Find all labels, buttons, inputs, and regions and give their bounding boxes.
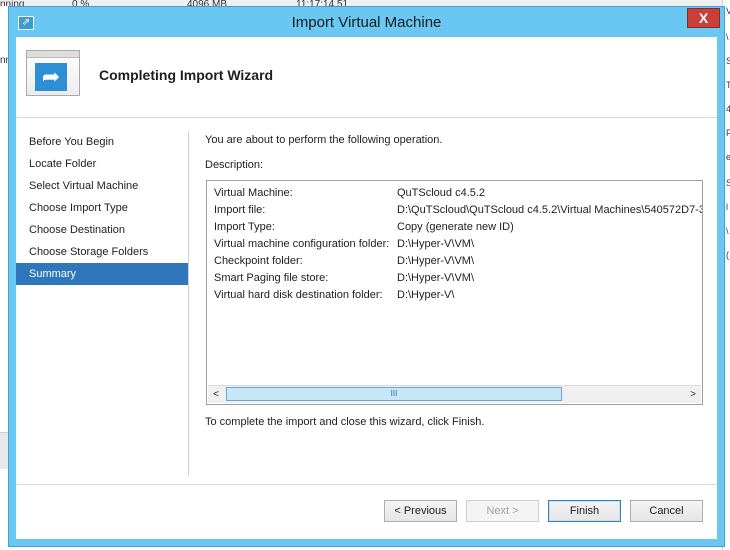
row-key: Checkpoint folder:	[214, 255, 303, 267]
bg-right-text: T	[726, 80, 730, 90]
nav-item-locate-folder[interactable]: Locate Folder	[16, 153, 188, 175]
row-key: Import file:	[214, 204, 266, 216]
row-key: Virtual machine configuration folder:	[214, 238, 390, 250]
description-label: Description:	[205, 159, 264, 171]
description-box[interactable]: Virtual Machine: QuTScloud c4.5.2 Import…	[206, 180, 703, 405]
import-wizard-icon: ➦	[26, 50, 80, 96]
row-key: Import Type:	[214, 221, 275, 233]
row-value: QuTScloud c4.5.2	[397, 187, 486, 199]
import-wizard-window: ⇗ Import Virtual Machine X ➦ Completing …	[8, 6, 725, 547]
intro-text: You are about to perform the following o…	[205, 134, 443, 146]
bg-right-text: F	[726, 128, 730, 138]
description-row: Smart Paging file store: D:\Hyper-V\VM\	[214, 270, 702, 287]
button-separator	[16, 484, 717, 485]
bg-right-text: S	[726, 178, 730, 188]
close-button[interactable]: X	[687, 8, 720, 28]
share-arrow-icon: ➦	[41, 64, 61, 89]
bg-right-text: S	[726, 56, 730, 66]
bg-right-text: \	[726, 32, 729, 42]
wizard-header: ➦ Completing Import Wizard	[16, 37, 717, 118]
row-value: D:\Hyper-V\VM\	[397, 255, 475, 267]
bg-right-text: l	[726, 202, 728, 212]
wizard-steps-nav: Before You Begin Locate Folder Select Vi…	[16, 131, 188, 285]
description-row: Checkpoint folder: D:\Hyper-V\VM\	[214, 253, 702, 270]
scroll-right-icon[interactable]: >	[685, 386, 701, 403]
row-value: D:\QuTScloud\QuTScloud c4.5.2\Virtual Ma…	[397, 204, 703, 216]
finish-button[interactable]: Finish	[548, 500, 621, 522]
bg-right-text: 4	[726, 104, 730, 114]
row-key: Smart Paging file store:	[214, 272, 329, 284]
description-row: Virtual hard disk destination folder: D:…	[214, 287, 702, 304]
scroll-left-icon[interactable]: <	[208, 386, 224, 403]
previous-button[interactable]: < Previous	[384, 500, 457, 522]
page-title: Completing Import Wizard	[99, 67, 274, 83]
description-row: Virtual machine configuration folder: D:…	[214, 236, 702, 253]
icon-window-bar	[27, 51, 79, 58]
nav-item-summary[interactable]: Summary	[16, 263, 188, 285]
title-bar[interactable]: ⇗ Import Virtual Machine X	[9, 7, 724, 37]
nav-item-choose-import-type[interactable]: Choose Import Type	[16, 197, 188, 219]
row-value: D:\Hyper-V\VM\	[397, 238, 475, 250]
bg-right-text: e	[726, 152, 730, 162]
row-value: Copy (generate new ID)	[397, 221, 514, 233]
icon-arrow-box: ➦	[35, 63, 67, 91]
nav-item-choose-destination[interactable]: Choose Destination	[16, 219, 188, 241]
horizontal-scrollbar[interactable]: < III >	[208, 385, 701, 403]
nav-item-select-virtual-machine[interactable]: Select Virtual Machine	[16, 175, 188, 197]
row-value: D:\Hyper-V\VM\	[397, 272, 475, 284]
wizard-client-area: ➦ Completing Import Wizard Before You Be…	[16, 37, 717, 539]
description-row: Import Type: Copy (generate new ID)	[214, 219, 702, 236]
bg-right-text: \	[726, 226, 729, 236]
nav-item-before-you-begin[interactable]: Before You Begin	[16, 131, 188, 153]
scroll-thumb[interactable]: III	[226, 387, 562, 401]
description-row: Import file: D:\QuTScloud\QuTScloud c4.5…	[214, 202, 703, 219]
row-key: Virtual hard disk destination folder:	[214, 289, 383, 301]
description-rows: Virtual Machine: QuTScloud c4.5.2 Import…	[214, 185, 703, 304]
row-key: Virtual Machine:	[214, 187, 293, 199]
window-title: Import Virtual Machine	[291, 14, 442, 31]
finish-instruction: To complete the import and close this wi…	[205, 416, 485, 428]
bg-right-text: V	[726, 6, 730, 16]
cancel-button[interactable]: Cancel	[630, 500, 703, 522]
nav-item-choose-storage-folders[interactable]: Choose Storage Folders	[16, 241, 188, 263]
row-value: D:\Hyper-V\	[397, 289, 455, 301]
nav-divider	[188, 131, 189, 476]
bg-right-text: (	[726, 250, 729, 260]
next-button[interactable]: Next >	[466, 500, 539, 522]
description-row: Virtual Machine: QuTScloud c4.5.2	[214, 185, 702, 202]
